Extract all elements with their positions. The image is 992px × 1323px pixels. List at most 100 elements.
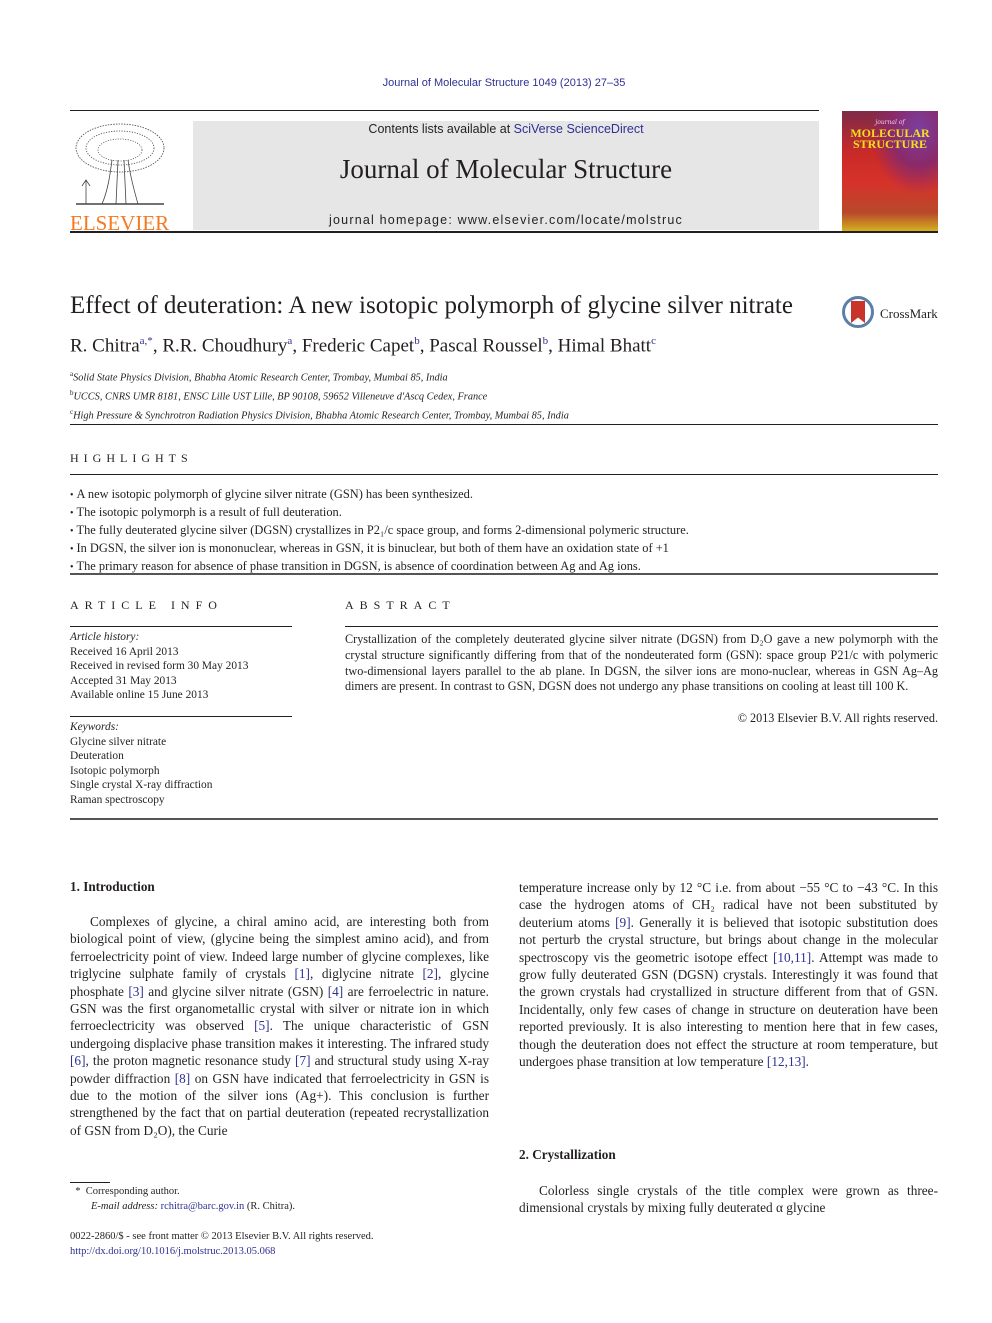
keywords: Keywords: Glycine silver nitrate Deutera… [70, 720, 212, 808]
author-affiliation-link[interactable]: b [414, 335, 420, 347]
author-name[interactable]: R. Chitra [70, 335, 140, 356]
crystallization-paragraph: Colorless single crystals of the title c… [519, 1183, 938, 1216]
history-item: Received in revised form 30 May 2013 [70, 660, 249, 673]
author-affiliation-link[interactable]: b [543, 335, 549, 347]
highlight-item: The fully deuterated glycine silver (DGS… [70, 522, 940, 540]
header-bottom-rule [70, 231, 938, 233]
journal-reference-link[interactable]: Journal of Molecular Structure 1049 (201… [0, 77, 992, 89]
keyword-item: Raman spectroscopy [70, 793, 165, 806]
footnote-rule [70, 1182, 110, 1183]
divider [70, 573, 938, 575]
highlights-heading: HIGHLIGHTS [70, 451, 193, 465]
issn-line: 0022-2860/$ - see front matter © 2013 El… [70, 1231, 374, 1242]
divider [70, 474, 938, 475]
highlight-item: A new isotopic polymorph of glycine silv… [70, 486, 940, 504]
corresponding-footnote: * Corresponding author. E-mail address: … [70, 1185, 295, 1214]
author-name[interactable]: R.R. Choudhury [162, 335, 287, 356]
author-name[interactable]: Pascal Roussel [429, 335, 542, 356]
email-link[interactable]: rchitra@barc.gov.in [161, 1201, 245, 1212]
header-rule [70, 110, 819, 111]
divider [70, 818, 938, 820]
citation-link[interactable]: [1] [294, 966, 310, 981]
homepage-link[interactable]: www.elsevier.com/locate/molstruc [458, 213, 683, 227]
author-affiliation-link[interactable]: a [287, 335, 292, 347]
email-suffix: (R. Chitra). [244, 1200, 295, 1212]
affiliation-item: cHigh Pressure & Synchrotron Radiation P… [70, 405, 569, 424]
journal-title[interactable]: Journal of Molecular Structure [193, 154, 819, 185]
article-history-label: Article history: [70, 631, 140, 643]
article-history: Article history: Received 16 April 2013 … [70, 630, 248, 703]
intro-paragraph-1: Complexes of glycine, a chiral amino aci… [70, 913, 489, 1139]
history-item: Available online 15 June 2013 [70, 689, 209, 702]
keywords-label: Keywords: [70, 721, 119, 733]
crossmark-button[interactable]: CrossMark [842, 296, 942, 336]
text-run: and glycine silver nitrate (GSN) [143, 983, 328, 999]
keyword-item: Deuteration [70, 750, 124, 763]
article-info-heading: ARTICLE INFO [70, 598, 223, 612]
divider [345, 626, 938, 627]
crossmark-label: CrossMark [880, 306, 938, 321]
paper-title: Effect of deuteration: A new isotopic po… [70, 292, 793, 319]
abstract-heading: ABSTRACT [345, 598, 456, 612]
journal-cover-image[interactable]: journal of MOLECULAR STRUCTURE [842, 111, 938, 231]
contents-prefix: Contents lists available at [368, 122, 514, 136]
divider [70, 716, 292, 717]
cover-title-line2: STRUCTURE [852, 137, 927, 151]
keyword-item: Glycine silver nitrate [70, 735, 167, 748]
highlight-item: The isotopic polymorph is a result of fu… [70, 504, 940, 522]
section-heading-introduction: 1. Introduction [70, 879, 155, 894]
text-run: , the proton magnetic resonance study [85, 1053, 296, 1069]
citation-link[interactable]: [3] [128, 984, 144, 999]
history-item: Received 16 April 2013 [70, 645, 179, 658]
author-affiliation-link[interactable]: a,* [140, 335, 153, 347]
citation-link[interactable]: [7] [295, 1053, 311, 1068]
corresponding-text: Corresponding author. [85, 1186, 180, 1197]
citation-link[interactable]: [6] [70, 1053, 86, 1068]
citation-link[interactable]: [9] [615, 915, 631, 930]
citation-link[interactable]: [8] [175, 1071, 191, 1086]
author-affiliation-link[interactable]: c [651, 335, 656, 347]
affiliation-text: UCCS, CNRS UMR 8181, ENSC Lille UST Lill… [73, 391, 488, 403]
keyword-item: Single crystal X-ray diffraction [70, 779, 213, 792]
abstract-copyright: © 2013 Elsevier B.V. All rights reserved… [737, 711, 938, 725]
section-heading-crystallization: 2. Crystallization [519, 1147, 616, 1162]
affiliation-text: High Pressure & Synchrotron Radiation Ph… [73, 410, 569, 422]
citation-link[interactable]: [5] [254, 1018, 270, 1033]
sciencedirect-link[interactable]: SciVerse ScienceDirect [514, 122, 644, 136]
journal-banner: Contents lists available at SciVerse Sci… [193, 121, 819, 230]
author-name[interactable]: Frederic Capet [302, 335, 414, 356]
footnote-mark: * [75, 1186, 81, 1197]
affiliations: aSolid State Physics Division, Bhabha At… [70, 367, 569, 424]
text-run: . Attempt was made to grow fully deutera… [519, 949, 938, 1070]
author-list: R. Chitraa,*, R.R. Choudhurya, Frederic … [70, 335, 656, 357]
citation-link[interactable]: [2] [422, 966, 438, 981]
text-run: , diglycine nitrate [310, 966, 423, 982]
history-item: Accepted 31 May 2013 [70, 674, 177, 687]
citation-link[interactable]: [10,11] [773, 950, 811, 965]
text-run: . [805, 1054, 809, 1070]
keyword-item: Isotopic polymorph [70, 764, 160, 777]
elsevier-tree-icon [75, 123, 165, 205]
cover-small-text: journal of [875, 119, 905, 126]
intro-paragraph-1-continued: temperature increase only by 12 °C i.e. … [519, 879, 938, 1070]
divider [70, 626, 292, 627]
homepage-prefix: journal homepage: [329, 213, 458, 227]
abstract-text: Crystallization of the completely deuter… [345, 632, 938, 694]
affiliation-item: aSolid State Physics Division, Bhabha At… [70, 367, 569, 386]
citation-link[interactable]: [4] [328, 984, 344, 999]
affiliation-text: Solid State Physics Division, Bhabha Ato… [73, 372, 448, 384]
citation-link[interactable]: [12,13] [767, 1054, 806, 1069]
highlight-item: In DGSN, the silver ion is mononuclear, … [70, 540, 940, 558]
affiliation-item: bUCCS, CNRS UMR 8181, ENSC Lille UST Lil… [70, 386, 569, 405]
email-note: E-mail address: rchitra@barc.gov.in (R. … [70, 1200, 295, 1215]
elsevier-logo[interactable]: ELSEVIER [70, 120, 172, 235]
highlights-list: A new isotopic polymorph of glycine silv… [70, 486, 940, 576]
journal-homepage: journal homepage: www.elsevier.com/locat… [193, 213, 819, 227]
author-name[interactable]: Himal Bhatt [558, 335, 651, 356]
email-label: E-mail address: [91, 1200, 158, 1212]
doi-link[interactable]: http://dx.doi.org/10.1016/j.molstruc.201… [70, 1246, 275, 1257]
cover-title: MOLECULAR STRUCTURE [842, 127, 938, 151]
divider [70, 424, 938, 425]
contents-line: Contents lists available at SciVerse Sci… [193, 122, 819, 136]
publication-info: 0022-2860/$ - see front matter © 2013 El… [70, 1230, 373, 1259]
